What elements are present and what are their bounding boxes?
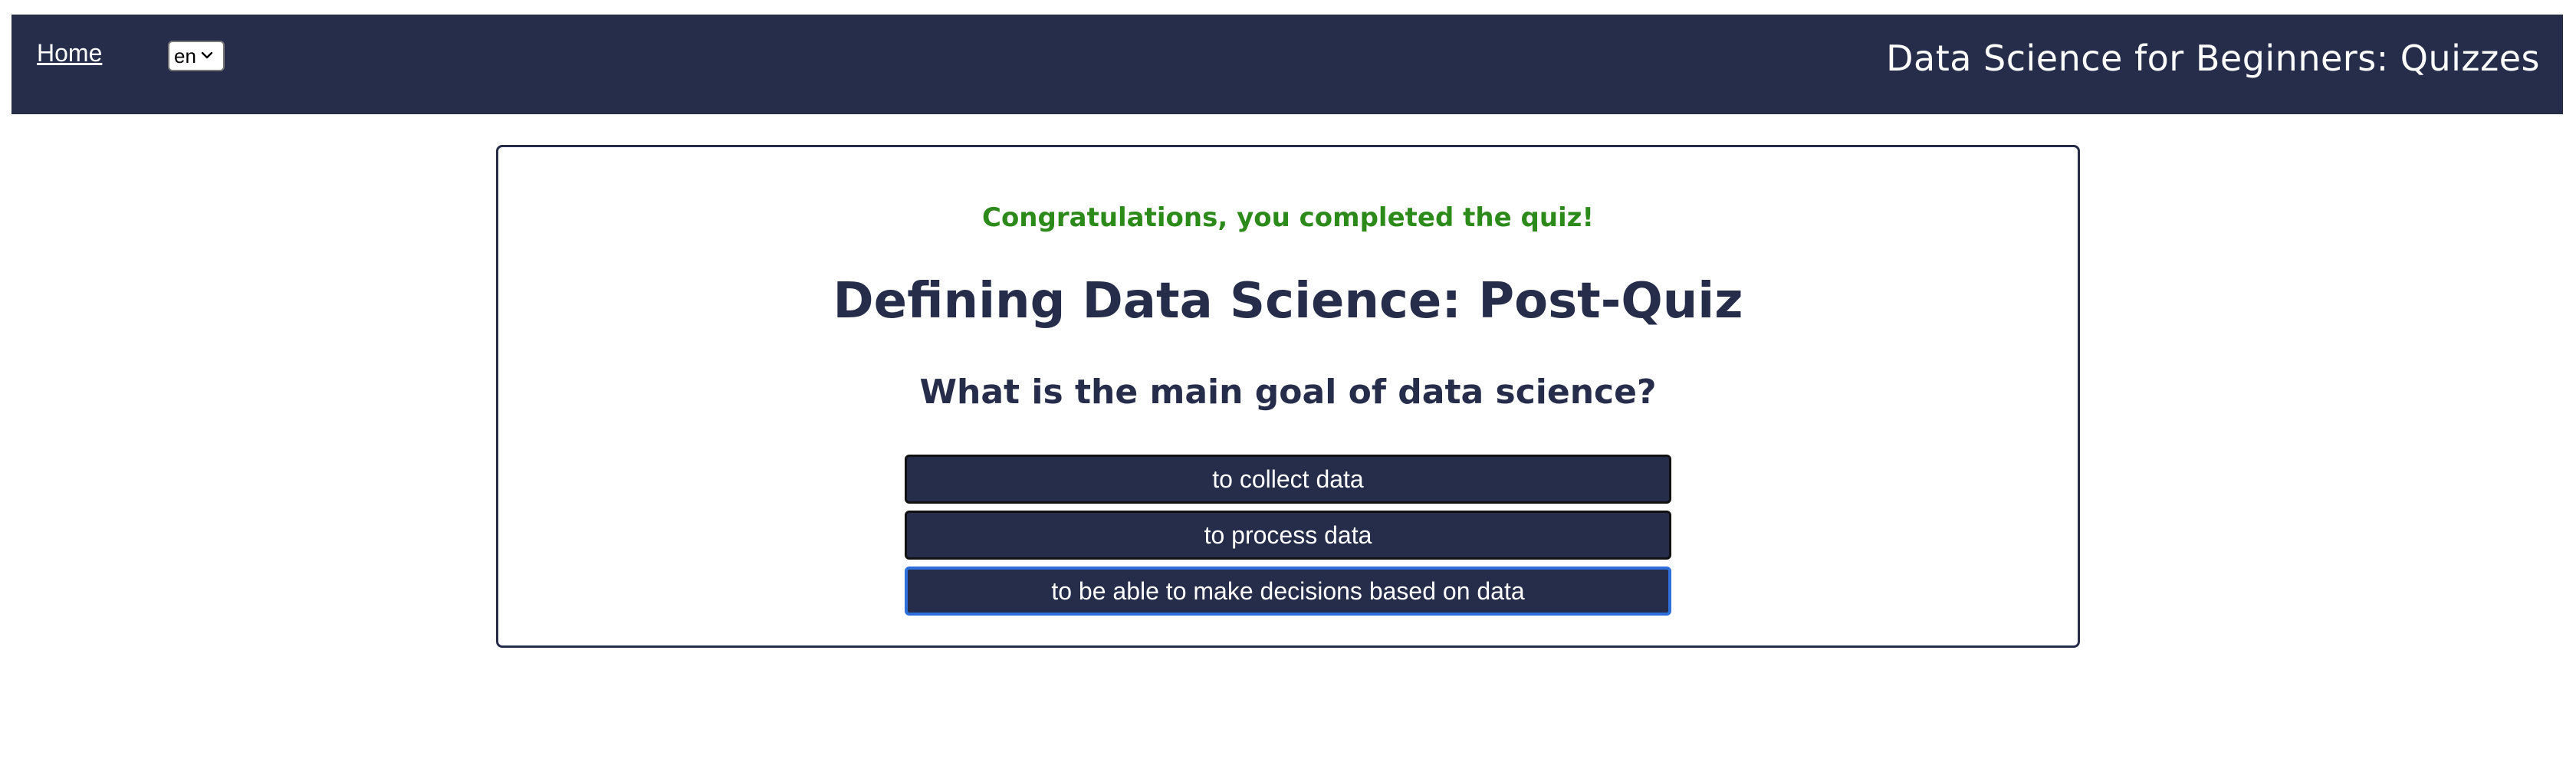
question-text: What is the main goal of data science? [919, 373, 1657, 412]
top-edge [0, 0, 2576, 3]
answer-button-collect-data[interactable]: to collect data [905, 455, 1671, 504]
answer-button-make-decisions[interactable]: to be able to make decisions based on da… [905, 567, 1671, 616]
answer-button-process-data[interactable]: to process data [905, 511, 1671, 560]
completion-message: Congratulations, you completed the quiz! [982, 202, 1594, 233]
site-title: Data Science for Beginners: Quizzes [1886, 38, 2540, 79]
chevron-down-icon [199, 44, 215, 68]
home-link[interactable]: Home [37, 39, 102, 67]
top-navbar: Home en Data Science for Beginners: Quiz… [12, 15, 2563, 114]
quiz-title: Defining Data Science: Post-Quiz [833, 273, 1743, 330]
quiz-card: Congratulations, you completed the quiz!… [496, 145, 2080, 648]
language-select-value: en [174, 44, 196, 67]
language-select[interactable]: en [168, 41, 225, 71]
answer-list: to collect data to process data to be ab… [905, 455, 1671, 622]
